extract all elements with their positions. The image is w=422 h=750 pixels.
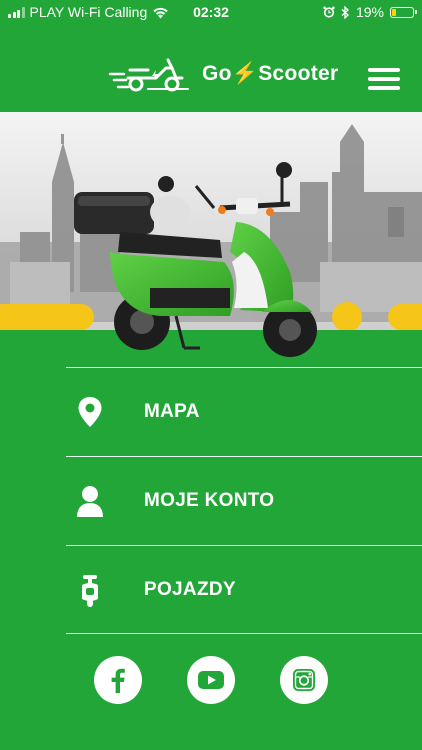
- status-bar: PLAY Wi-Fi Calling 02:32 19%: [0, 0, 422, 24]
- scooter-logo-icon: [108, 58, 189, 92]
- map-pin-icon: [78, 397, 102, 427]
- instagram-icon: [293, 669, 315, 691]
- hamburger-menu-button[interactable]: [368, 68, 400, 90]
- youtube-button[interactable]: [187, 656, 235, 704]
- social-links: [0, 656, 422, 706]
- status-right: 19%: [323, 4, 417, 20]
- youtube-icon: [198, 671, 224, 689]
- instagram-button[interactable]: [280, 656, 328, 704]
- app-logo: Go⚡Scooter: [108, 54, 339, 94]
- menu-item-pojazdy[interactable]: POJAZDY: [66, 545, 422, 634]
- city-scooter-illustration: [0, 112, 422, 362]
- menu-item-moje-konto[interactable]: MOJE KONTO: [66, 456, 422, 545]
- facebook-icon: [111, 668, 125, 693]
- menu-item-label: MOJE KONTO: [144, 490, 275, 511]
- menu-item-label: POJAZDY: [144, 579, 236, 600]
- scooter-icon: [82, 575, 98, 607]
- logo-text: Go⚡Scooter: [202, 62, 339, 85]
- hero-banner: [0, 112, 422, 362]
- battery-level-fill: [392, 8, 396, 16]
- app-header: Go⚡Scooter: [0, 24, 422, 112]
- menu-item-label: MAPA: [144, 401, 200, 422]
- alarm-clock-icon: [323, 6, 335, 18]
- facebook-button[interactable]: [94, 656, 142, 704]
- menu-item-mapa[interactable]: MAPA: [66, 367, 422, 456]
- battery-percent: 19%: [355, 4, 384, 20]
- main-menu: MAPA MOJE KONTO POJAZDY: [0, 367, 422, 634]
- battery-icon: [390, 6, 417, 18]
- bluetooth-icon: [341, 5, 349, 19]
- user-icon: [77, 486, 103, 517]
